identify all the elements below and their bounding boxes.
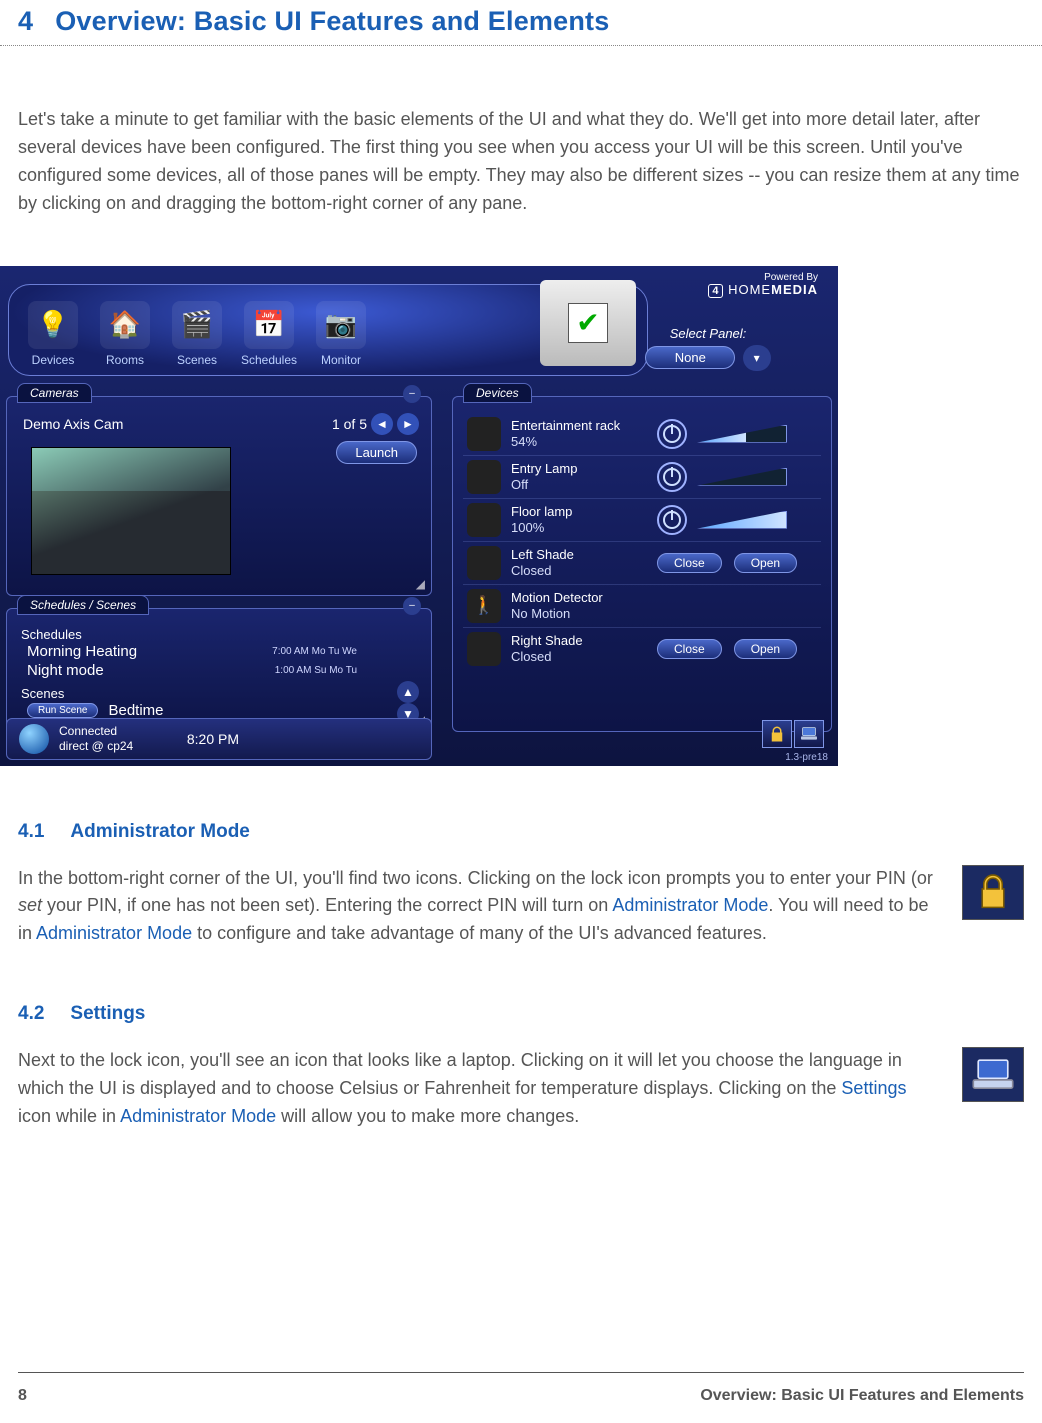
device-row: Left ShadeClosed CloseOpen [463,541,821,584]
blinds-icon [467,632,501,666]
subsection-4-2-body: Next to the lock icon, you'll see an ico… [18,1047,1024,1131]
nav-schedules[interactable]: 📅Schedules [235,301,303,367]
laptop-icon [962,1047,1024,1102]
admin-lock-button[interactable] [762,720,792,748]
intro-paragraph: Let's take a minute to get familiar with… [18,106,1024,218]
brand-logo: 4 HOMEMEDIA [708,283,818,297]
schedules-scenes-pane: Schedules / Scenes – Schedules Morning H… [6,608,432,732]
house-icon: 🏠 [100,301,150,349]
device-row: Entertainment rack54% [463,413,821,455]
subsection-heading-4-2: 4.2Settings [18,1003,1024,1025]
device-row: Entry LampOff [463,455,821,498]
scenes-header: Scenes [21,686,417,701]
select-panel-dropdown[interactable]: ▾ [743,345,771,371]
heading-divider [0,45,1042,46]
cameras-tab: Cameras [17,383,92,403]
run-scene-button[interactable]: Run Scene [27,703,98,718]
bulb-icon [467,503,501,537]
camera-icon: 📷 [316,301,366,349]
dimmer-slider[interactable] [697,425,787,443]
version-label: 1.3-pre18 [785,752,828,763]
camera-counter: 1 of 5 [332,416,367,432]
calendar-icon: 📅 [244,301,294,349]
motion-icon: 🚶 [467,589,501,623]
camera-name: Demo Axis Cam [23,416,123,432]
power-button[interactable] [657,505,687,535]
nav-rooms[interactable]: 🏠Rooms [91,301,159,367]
clapper-icon: 🎬 [172,301,222,349]
subsection-heading-4-1: 4.1Administrator Mode [18,821,1024,843]
settings-laptop-button[interactable] [794,720,824,748]
cameras-pane: Cameras – Demo Axis Cam 1 of 5 ◄ ► Launc… [6,396,432,596]
cameras-minimize[interactable]: – [403,385,421,403]
globe-icon [19,724,49,754]
corner-icons [762,720,824,748]
page-number: 8 [18,1387,27,1405]
resize-grip[interactable]: ◢ [416,577,425,591]
shade-close-button[interactable]: Close [657,553,722,573]
schedule-row[interactable]: Night mode1:00 AM Su Mo Tu [21,661,417,680]
bulb-icon [467,417,501,451]
schedules-minimize[interactable]: – [403,597,421,615]
lock-icon [962,865,1024,920]
devices-tab: Devices [463,383,532,403]
devices-list: Entertainment rack54% Entry LampOff Floo… [453,397,831,670]
camera-launch-button[interactable]: Launch [336,441,417,464]
subsection-4-1-body: In the bottom-right corner of the UI, yo… [18,865,1024,949]
select-panel-value[interactable]: None [645,346,735,369]
device-row: Floor lamp100% [463,498,821,541]
scene-scroll-up[interactable]: ▲ [397,681,419,703]
bulb-icon [467,460,501,494]
footer-divider [18,1372,1024,1373]
device-row: Right ShadeClosed CloseOpen [463,627,821,670]
nav-scenes[interactable]: 🎬Scenes [163,301,231,367]
camera-prev[interactable]: ◄ [371,413,393,435]
dimmer-slider[interactable] [697,511,787,529]
bulb-icon: 💡 [28,301,78,349]
powered-by: Powered By 4 HOMEMEDIA [708,272,818,297]
device-row: 🚶 Motion DetectorNo Motion [463,584,821,627]
select-panel-label: Select Panel: [618,326,798,341]
status-bar: Connecteddirect @ cp24 8:20 PM [6,718,432,760]
section-heading: 4 Overview: Basic UI Features and Element… [18,6,1024,37]
blinds-icon [467,546,501,580]
power-button[interactable] [657,462,687,492]
nav-devices[interactable]: 💡Devices [19,301,87,367]
shade-close-button[interactable]: Close [657,639,722,659]
camera-thumbnail[interactable] [31,447,231,575]
scene-row: Run SceneBedtime▲ [21,701,417,720]
clock: 8:20 PM [187,731,239,747]
footer-title: Overview: Basic UI Features and Elements [700,1387,1024,1405]
dimmer-slider[interactable] [697,468,787,486]
select-panel: Select Panel: None ▾ [618,326,798,371]
shade-open-button[interactable]: Open [734,639,797,659]
schedule-row[interactable]: Morning Heating7:00 AM Mo Tu We [21,642,417,661]
schedules-scenes-tab: Schedules / Scenes [17,595,149,615]
nav-monitor[interactable]: 📷Monitor [307,301,375,367]
schedules-header: Schedules [21,627,417,642]
camera-next[interactable]: ► [397,413,419,435]
devices-pane: Devices Entertainment rack54% Entry Lamp… [452,396,832,732]
section-title: Overview: Basic UI Features and Elements [55,6,609,36]
power-button[interactable] [657,419,687,449]
check-icon: ✔ [568,303,608,343]
shade-open-button[interactable]: Open [734,553,797,573]
ui-screenshot: Powered By 4 HOMEMEDIA 💡Devices 🏠Rooms 🎬… [0,266,838,766]
section-number: 4 [18,6,33,36]
page-footer: 8 Overview: Basic UI Features and Elemen… [18,1387,1024,1405]
